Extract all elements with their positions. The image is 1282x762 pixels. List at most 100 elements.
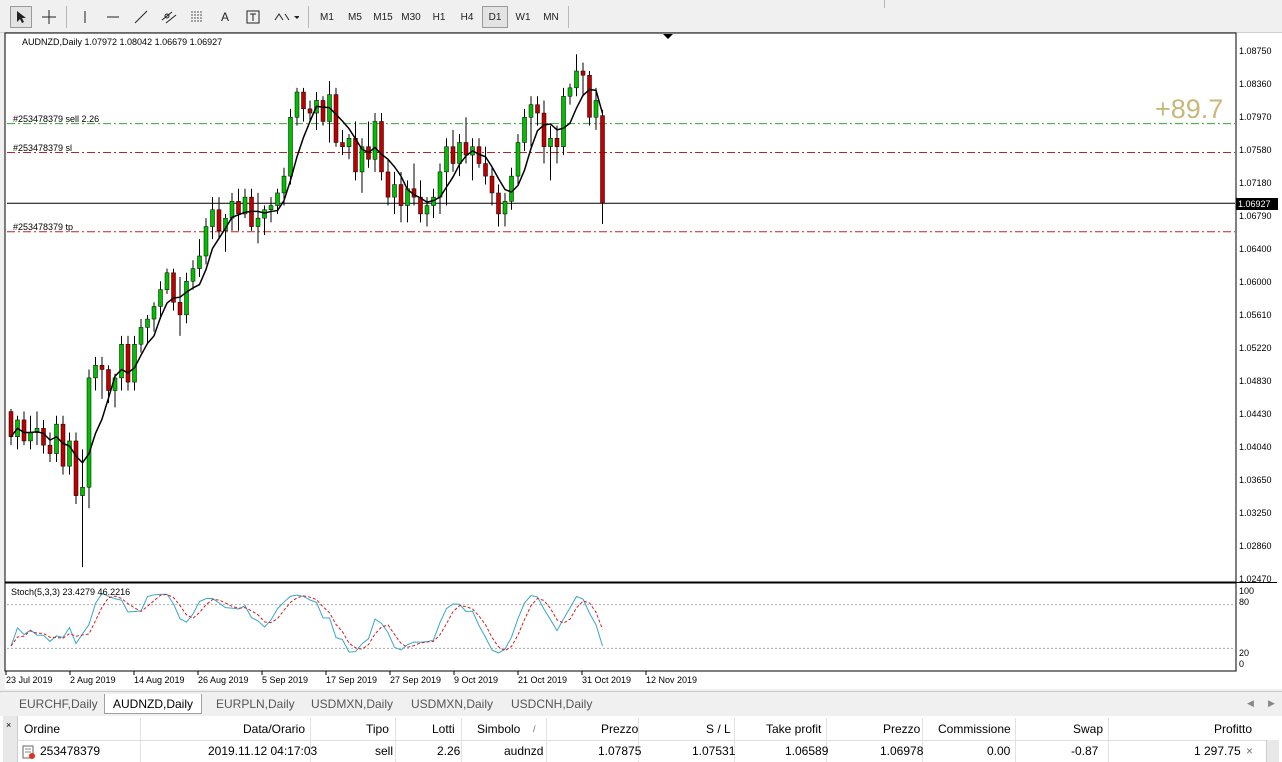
candle-body: [424, 205, 430, 215]
order-sl-label: #253478379 sl: [13, 143, 73, 153]
candle-body: [320, 100, 326, 122]
candle-body: [275, 192, 280, 206]
header-commissione[interactable]: Commissione: [938, 722, 1011, 736]
candle-body: [489, 175, 495, 194]
candle-body: [515, 142, 521, 177]
candle-body: [301, 91, 306, 110]
y-axis-tick: 1.07180: [1239, 178, 1272, 188]
candle-body: [119, 344, 124, 379]
candle-body: [379, 121, 384, 173]
tab-scroll-right-icon[interactable]: ▶: [1268, 698, 1275, 709]
candle-body: [561, 95, 566, 147]
candle-body: [158, 289, 163, 307]
candle-body: [106, 369, 111, 391]
candle-body: [340, 142, 345, 147]
candle-body: [600, 115, 605, 204]
candle-body: [73, 440, 79, 496]
candle-body: [398, 184, 404, 206]
y-axis-tick: 1.05610: [1239, 310, 1272, 320]
x-axis-tick: 12 Nov 2019: [646, 675, 698, 685]
candle-body: [151, 306, 157, 320]
header-sl[interactable]: S / L: [706, 722, 731, 736]
candle-body: [548, 138, 553, 147]
candle-body: [307, 108, 313, 114]
header-profitto[interactable]: Profitto: [1214, 722, 1252, 736]
tab-usdmxn-2[interactable]: USDMXN,Daily: [411, 694, 493, 714]
header-prezzo[interactable]: Prezzo: [601, 722, 638, 736]
tab-eurpln[interactable]: EURPLN,Daily: [216, 694, 295, 714]
candle-body: [522, 117, 527, 143]
symbol-tabs: EURCHF,Daily AUDNZD,Daily EURPLN,Daily U…: [0, 691, 1282, 716]
tab-eurchf[interactable]: EURCHF,Daily: [19, 694, 98, 714]
candle-body: [554, 138, 560, 147]
candle-body: [132, 344, 137, 383]
tab-scroll-left-icon[interactable]: ◀: [1247, 698, 1254, 709]
cell-commissione: 0.00: [987, 744, 1011, 758]
header-lotti[interactable]: Lotti: [432, 722, 455, 736]
y-axis-tick: 1.08750: [1239, 46, 1272, 56]
candle-body: [333, 94, 339, 143]
cell-ordine[interactable]: 253478379: [40, 744, 100, 758]
header-take-profit[interactable]: Take profit: [766, 722, 821, 736]
header-simbolo[interactable]: Simbolo: [477, 722, 520, 736]
close-order-icon[interactable]: ×: [1246, 744, 1253, 758]
candle-body: [80, 486, 85, 496]
cell-simbolo: audnzd: [504, 744, 544, 758]
order-sell-icon: [22, 745, 36, 759]
candle-body: [197, 255, 202, 269]
candle-body: [463, 142, 469, 156]
candle-body: [288, 117, 293, 177]
cell-data: 2019.11.12 04:17:03: [208, 744, 318, 758]
stoch-tick-100: 100: [1239, 586, 1255, 596]
tab-usdmxn-1[interactable]: USDMXN,Daily: [311, 694, 393, 714]
candle-body: [86, 377, 92, 488]
tab-usdcnh[interactable]: USDCNH,Daily: [511, 694, 592, 714]
close-terminal-icon[interactable]: ×: [6, 720, 11, 730]
sort-indicator: /: [533, 724, 536, 734]
candle-body: [164, 272, 170, 290]
tab-audnzd[interactable]: AUDNZD,Daily: [104, 694, 203, 714]
candle-body: [457, 142, 462, 164]
header-prezzo-corrente[interactable]: Prezzo: [883, 722, 920, 736]
candle-body: [372, 121, 378, 160]
header-tipo[interactable]: Tipo: [366, 722, 389, 736]
x-axis-tick: 21 Oct 2019: [518, 675, 568, 685]
candle-body: [567, 87, 573, 97]
cell-prezzo: 1.07875: [598, 744, 642, 758]
candle-body: [444, 146, 449, 173]
candle-body: [138, 327, 144, 345]
header-data-orario[interactable]: Data/Orario: [243, 722, 305, 736]
candle-body: [392, 184, 397, 198]
candle-body: [255, 217, 261, 227]
candle-body: [593, 100, 599, 118]
candle-body: [496, 192, 501, 215]
chart-title: AUDNZD,Daily 1.07972 1.08042 1.06679 1.0…: [22, 37, 223, 47]
candle-body: [47, 444, 53, 454]
candle-body: [353, 138, 358, 173]
cell-tipo: sell: [375, 744, 394, 758]
stoch-signal-line: [10, 593, 603, 652]
candle-body: [60, 423, 66, 467]
chart-shift-marker[interactable]: [663, 34, 673, 39]
price-chart[interactable]: [0, 0, 1282, 690]
header-ordine[interactable]: Ordine: [24, 722, 60, 736]
table-scrollbar[interactable]: [1266, 740, 1279, 762]
stoch-tick-80: 80: [1239, 597, 1250, 607]
candle-body: [385, 171, 391, 198]
cell-sl[interactable]: 1.07531: [692, 744, 735, 758]
candle-body: [535, 104, 540, 114]
stoch-main-line: [10, 592, 603, 654]
x-axis-tick: 5 Sep 2019: [262, 675, 309, 685]
y-axis-tick: 1.07970: [1239, 112, 1272, 122]
cell-swap: -0.87: [1071, 744, 1099, 758]
y-axis-tick: 1.02470: [1239, 574, 1272, 584]
y-axis-tick: 1.04830: [1239, 376, 1272, 386]
candle-body: [450, 146, 456, 164]
cell-tp[interactable]: 1.06589: [785, 744, 828, 758]
header-swap[interactable]: Swap: [1073, 722, 1103, 736]
stoch-pane-border: [4, 582, 1237, 672]
y-axis-tick: 1.04430: [1239, 409, 1272, 419]
order-sell-label: #253478379 sell 2.26: [13, 114, 100, 124]
cell-prezzo-corrente: 1.06978: [880, 744, 924, 758]
y-axis-tick: 1.03250: [1239, 508, 1272, 518]
